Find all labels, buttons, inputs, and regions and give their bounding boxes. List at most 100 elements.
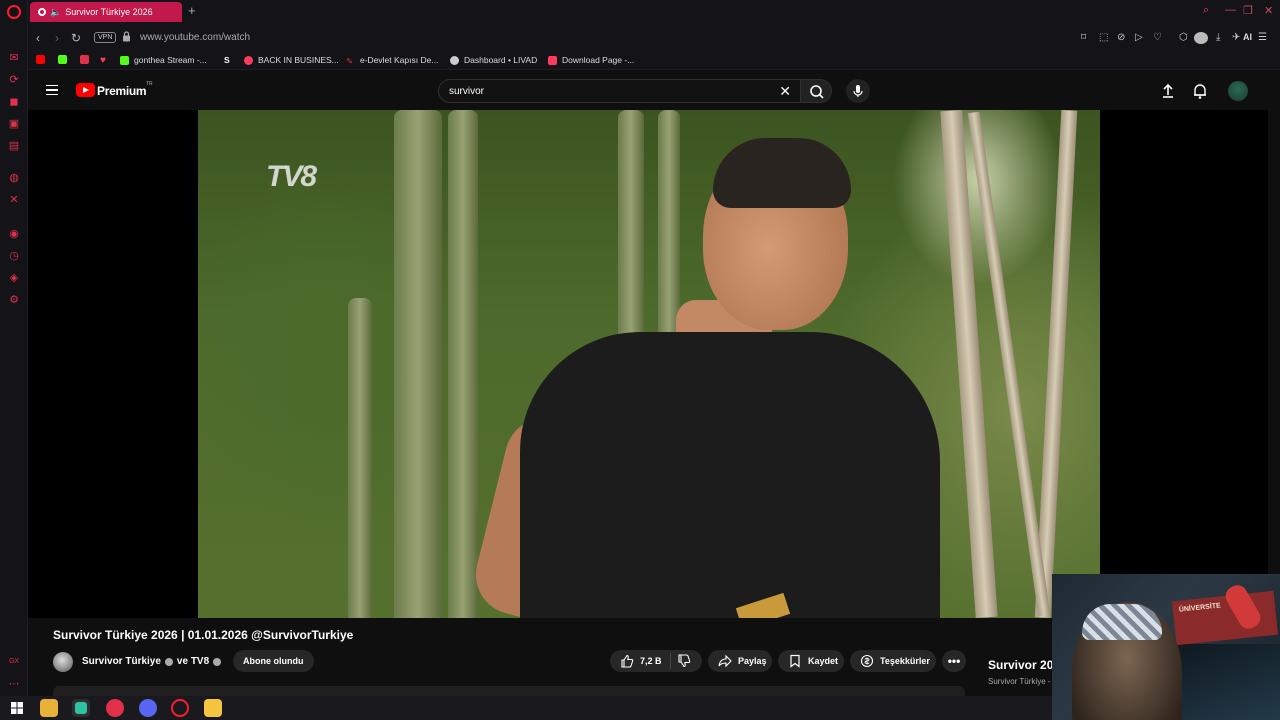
- search-tabs-icon[interactable]: ⌕: [1203, 4, 1209, 17]
- bag-icon[interactable]: ◼: [8, 96, 20, 108]
- app-active-tab[interactable]: [72, 699, 90, 717]
- speaker-icon[interactable]: 🔈: [50, 7, 61, 18]
- download-icon[interactable]: ⤓: [1216, 32, 1220, 43]
- heart-icon[interactable]: ♡: [1153, 32, 1162, 43]
- voice-search-button[interactable]: [846, 79, 870, 103]
- webcam-cap: [1082, 604, 1162, 640]
- folder-taskbar-icon[interactable]: [204, 699, 222, 717]
- kick-favicon-icon: [58, 55, 67, 64]
- verified-badge-icon: [213, 657, 222, 666]
- adblock-icon[interactable]: ⊘: [1117, 32, 1125, 43]
- channel-name[interactable]: Survivor Türkiye: [82, 656, 161, 667]
- suggested-video-title[interactable]: Survivor 20: [988, 658, 1052, 672]
- notifications-bell-icon[interactable]: [1191, 82, 1209, 100]
- bookmark-edevlet[interactable]: ✎ e-Devlet Kapısı De...: [346, 55, 438, 66]
- aria-icon[interactable]: ✈: [1232, 32, 1240, 43]
- share-label: Paylaş: [738, 656, 767, 666]
- gx-corner-icon[interactable]: GX: [8, 656, 20, 668]
- apps-icon[interactable]: ▤: [8, 140, 20, 152]
- bookmark-download-page[interactable]: Download Page -...: [548, 55, 634, 65]
- s-favicon-icon: S: [224, 55, 230, 65]
- search-query[interactable]: survivor: [449, 86, 484, 97]
- profile-icon[interactable]: [1194, 32, 1208, 44]
- description-box[interactable]: [53, 686, 965, 696]
- channel-collab[interactable]: ve TV8: [177, 656, 209, 667]
- heart-favicon-icon: ♥: [100, 55, 106, 66]
- player-sidebar-icon[interactable]: ▷: [1135, 32, 1143, 43]
- menu-icon[interactable]: [46, 85, 58, 95]
- subscribed-button[interactable]: Abone olundu: [233, 650, 314, 672]
- back-icon[interactable]: ‹: [36, 31, 40, 45]
- reload-icon[interactable]: ↻: [71, 31, 81, 45]
- url-field[interactable]: www.youtube.com/watch: [140, 32, 250, 43]
- tab-bar: 🔈 Survivor Türkiye 2026 + ⌕ — ❐ ✕: [28, 0, 1280, 24]
- discord-taskbar-icon[interactable]: [139, 699, 157, 717]
- tab-recording-icon: [38, 8, 46, 16]
- bookmark-gonthea[interactable]: gonthea Stream -...: [120, 55, 207, 65]
- video-frame[interactable]: TV8: [198, 110, 1100, 618]
- youtube-brand[interactable]: Premium: [97, 84, 147, 98]
- verified-badge-icon: [164, 657, 173, 666]
- video-player[interactable]: TV8: [28, 110, 1268, 618]
- more-horizontal-icon: •••: [947, 654, 961, 668]
- lock-icon[interactable]: [122, 31, 131, 42]
- bookmark-heart[interactable]: ♥: [100, 55, 106, 66]
- x-twitter-icon[interactable]: ✕: [8, 194, 20, 206]
- share-button[interactable]: Paylaş: [708, 650, 772, 672]
- cube-icon[interactable]: ◈: [8, 272, 20, 284]
- screen: ✉ ⟳ ◼ ▣ ▤ ◍ ✕ ◉ ◷ ◈ ⚙ GX ⋯ 🔈 Survivor Tü…: [0, 0, 1280, 720]
- thanks-button[interactable]: Teşekkürler: [850, 650, 936, 672]
- region-code: TR: [146, 81, 153, 87]
- search-input[interactable]: survivor ✕: [438, 79, 802, 103]
- instagram-icon[interactable]: ▣: [8, 118, 20, 130]
- windows-start-icon[interactable]: [8, 699, 26, 717]
- thumbs-up-icon[interactable]: [620, 654, 634, 668]
- tab-title: Survivor Türkiye 2026: [65, 7, 153, 17]
- thanks-label: Teşekkürler: [880, 656, 930, 666]
- bookmark-dashboard[interactable]: Dashboard • LIVAD: [450, 55, 537, 65]
- more-actions-button[interactable]: •••: [942, 650, 966, 672]
- forward-icon[interactable]: ›: [55, 31, 59, 45]
- extensions-icon[interactable]: ⬡: [1179, 32, 1188, 43]
- pin-icon[interactable]: ⌑: [1081, 32, 1086, 43]
- bookmark-back-in-business[interactable]: BACK IN BUSINES...: [244, 55, 339, 65]
- more-icon[interactable]: ⋯: [8, 678, 20, 690]
- bookmark-kick[interactable]: [58, 55, 72, 64]
- channel-avatar[interactable]: [53, 652, 73, 672]
- bookmark-youtube[interactable]: [36, 55, 50, 64]
- history-icon[interactable]: ⟳: [8, 74, 20, 86]
- messenger-icon[interactable]: ✉: [8, 52, 20, 64]
- youtube-header: Premium TR survivor ✕: [28, 72, 1280, 110]
- discord-icon[interactable]: ◍: [8, 172, 20, 184]
- upload-icon[interactable]: [1159, 82, 1177, 100]
- bookmark-red[interactable]: [80, 55, 94, 64]
- cactus: [394, 110, 442, 618]
- address-bar: ‹ › ↻ VPN www.youtube.com/watch ⌑ ⬚ ⊘ ▷ …: [28, 24, 1280, 52]
- youtube-logo-icon[interactable]: [76, 83, 95, 97]
- file-explorer-icon[interactable]: [40, 699, 58, 717]
- ai-label[interactable]: AI: [1243, 32, 1252, 42]
- suggested-video-channel[interactable]: Survivor Türkiye -: [988, 677, 1052, 686]
- tab-active[interactable]: 🔈 Survivor Türkiye 2026: [30, 2, 182, 22]
- search-button[interactable]: [800, 79, 832, 103]
- close-window-icon[interactable]: ✕: [1264, 4, 1273, 17]
- player-icon[interactable]: ◉: [8, 228, 20, 240]
- clock-icon[interactable]: ◷: [8, 250, 20, 262]
- easy-setup-icon[interactable]: ☰: [1258, 32, 1267, 43]
- vpn-badge[interactable]: VPN: [94, 32, 117, 43]
- account-avatar[interactable]: [1228, 81, 1248, 101]
- bookmark-s[interactable]: S: [224, 55, 230, 65]
- minimize-icon[interactable]: —: [1225, 4, 1236, 16]
- new-tab-button[interactable]: +: [188, 4, 196, 18]
- recorder-icon[interactable]: [106, 699, 124, 717]
- save-button[interactable]: Kaydet: [778, 650, 844, 672]
- snapshot-icon[interactable]: ⬚: [1099, 32, 1108, 43]
- person-hair: [713, 138, 851, 208]
- opera-gx-taskbar-icon[interactable]: [171, 699, 189, 717]
- settings-icon[interactable]: ⚙: [8, 294, 20, 306]
- clear-search-icon[interactable]: ✕: [779, 83, 791, 100]
- thumbs-down-icon[interactable]: [677, 654, 691, 668]
- opera-logo-icon[interactable]: [7, 5, 21, 19]
- restore-icon[interactable]: ❐: [1243, 4, 1253, 17]
- like-count[interactable]: 7,2 B: [640, 650, 662, 672]
